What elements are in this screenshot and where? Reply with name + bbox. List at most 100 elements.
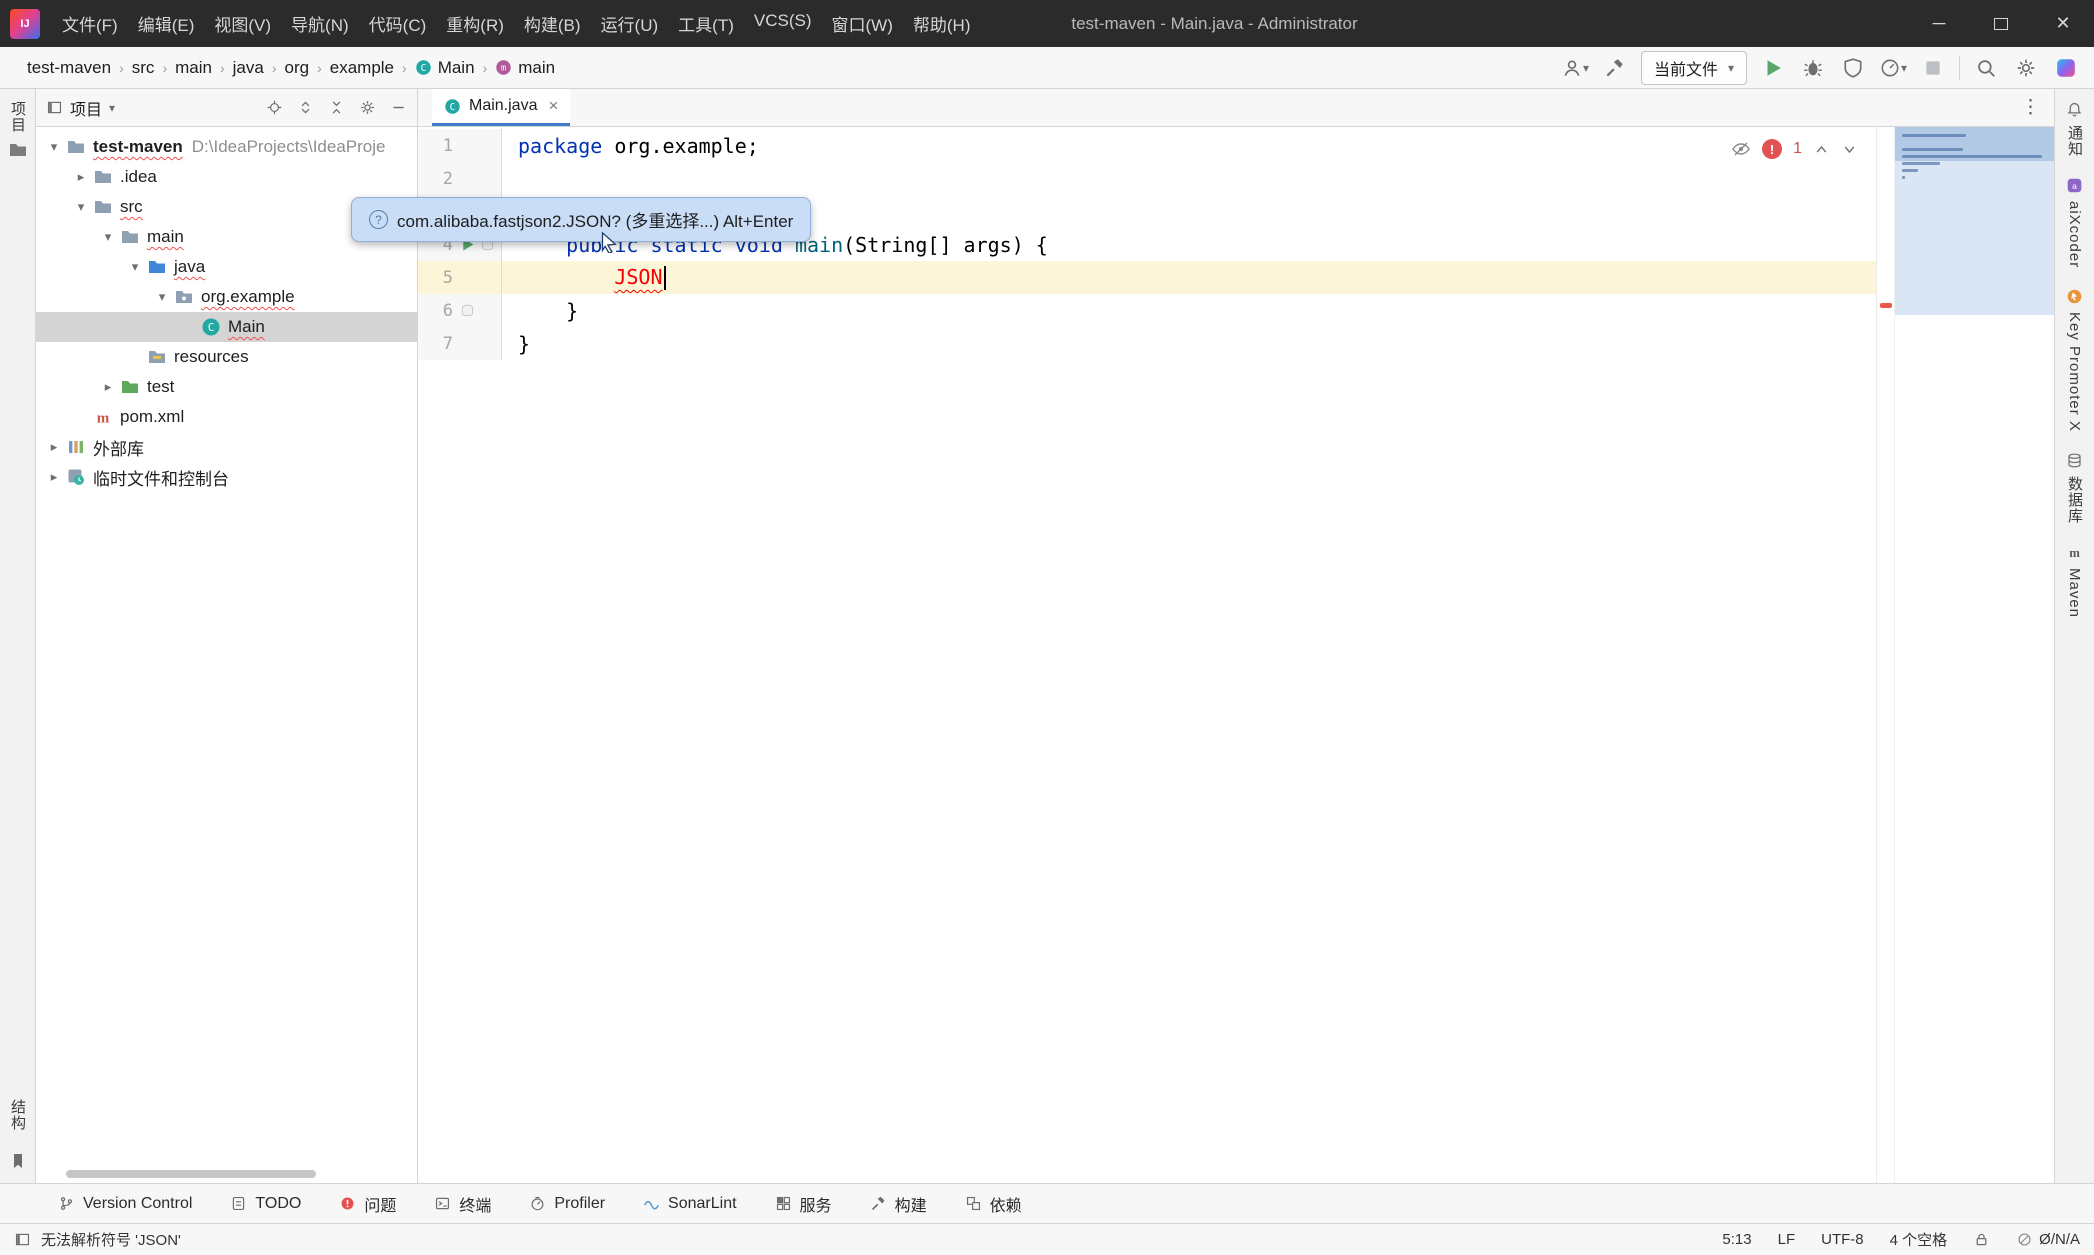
breadcrumb-item[interactable]: main xyxy=(170,55,217,81)
tree-row[interactable]: mpom.xml xyxy=(36,402,417,432)
encoding-widget[interactable]: UTF-8 xyxy=(1821,1231,1864,1248)
toolwindow-bell-button[interactable]: 通知 xyxy=(2064,101,2085,157)
chevron-right-icon[interactable]: ▸ xyxy=(42,439,66,455)
debug-button[interactable] xyxy=(1799,54,1827,82)
toolwindow-structure-button[interactable]: 结构 xyxy=(7,1099,28,1131)
chevron-down-icon[interactable]: ▾ xyxy=(123,259,147,275)
user-account-button[interactable]: ▾ xyxy=(1561,54,1589,82)
menu-item[interactable]: 导航(N) xyxy=(281,6,359,41)
locate-file-button[interactable] xyxy=(266,99,283,116)
minimize-button[interactable]: ─ xyxy=(1908,0,1970,47)
toolwindow-problems-button[interactable]: 问题 xyxy=(339,1192,396,1216)
close-button[interactable]: ✕ xyxy=(2032,0,2094,47)
plugin-toolbar-button[interactable] xyxy=(2052,54,2080,82)
readonly-lock-icon[interactable] xyxy=(1973,1231,1990,1248)
import-hint-popup[interactable]: ? com.alibaba.fastjson2.JSON? (多重选择...) … xyxy=(351,197,811,242)
breadcrumb-item[interactable]: CMain xyxy=(410,55,480,81)
menu-item[interactable]: 文件(F) xyxy=(52,6,128,41)
toolwindow-database-button[interactable]: 数据库 xyxy=(2064,452,2085,524)
stop-button[interactable] xyxy=(1919,54,1947,82)
tree-row[interactable]: ▾test-mavenD:\IdeaProjects\IdeaProje xyxy=(36,132,417,162)
indent-widget[interactable]: 4 个空格 xyxy=(1890,1229,1948,1250)
code-line[interactable]: 7} xyxy=(418,327,1876,360)
menu-item[interactable]: 构建(B) xyxy=(514,6,591,41)
expand-all-button[interactable] xyxy=(297,99,314,116)
run-button[interactable] xyxy=(1759,54,1787,82)
menu-item[interactable]: 编辑(E) xyxy=(128,6,205,41)
chevron-down-icon[interactable]: ▾ xyxy=(96,229,120,245)
close-tab-icon[interactable]: × xyxy=(548,96,558,116)
toolwindow-sonarlint-button[interactable]: SonarLint xyxy=(643,1195,737,1213)
hide-panel-button[interactable] xyxy=(390,99,407,116)
caret-position-widget[interactable]: 5:13 xyxy=(1722,1231,1751,1248)
search-everywhere-button[interactable] xyxy=(1972,54,2000,82)
breadcrumb-item[interactable]: java xyxy=(228,55,269,81)
code-line[interactable]: 1package org.example; xyxy=(418,129,1876,162)
line-separator-widget[interactable]: LF xyxy=(1778,1231,1796,1248)
toolwindow-dependencies-button[interactable]: 依赖 xyxy=(965,1192,1022,1216)
toolwindow-profiler-button[interactable]: Profiler xyxy=(529,1195,605,1213)
toolwindow-build-button[interactable]: 构建 xyxy=(870,1192,927,1216)
toolwindow-project-button[interactable]: 项目 xyxy=(7,101,28,160)
project-view-select[interactable]: 项目 ▾ xyxy=(46,96,115,120)
toolwindow-todo-button[interactable]: TODO xyxy=(230,1195,301,1213)
run-configuration-select[interactable]: 当前文件 ▾ xyxy=(1641,51,1747,85)
menu-item[interactable]: 视图(V) xyxy=(204,6,281,41)
toolwindow-branch-button[interactable]: Version Control xyxy=(58,1195,192,1213)
error-stripe-mark[interactable] xyxy=(1880,303,1892,308)
toolwindow-maven-gray-button[interactable]: mMaven xyxy=(2066,544,2083,618)
tree-row[interactable]: CMain xyxy=(36,312,417,342)
tree-row[interactable]: ▸test xyxy=(36,372,417,402)
toolwindow-switcher-icon[interactable] xyxy=(14,1231,31,1248)
toolwindow-bookmarks-button[interactable] xyxy=(8,1151,28,1171)
toolwindow-keypromoter-button[interactable]: Key Promoter X xyxy=(2066,288,2083,432)
toolwindow-terminal-button[interactable]: 终端 xyxy=(434,1192,491,1216)
chevron-down-icon[interactable]: ▾ xyxy=(69,199,93,215)
menu-item[interactable]: 代码(C) xyxy=(359,6,437,41)
maximize-button[interactable] xyxy=(1970,0,2032,47)
chevron-right-icon[interactable]: ▸ xyxy=(42,469,66,485)
menu-item[interactable]: 重构(R) xyxy=(436,6,514,41)
next-error-button[interactable] xyxy=(1841,141,1858,158)
previous-error-button[interactable] xyxy=(1813,141,1830,158)
chevron-right-icon[interactable]: ▸ xyxy=(96,379,120,395)
highlighting-off-icon[interactable] xyxy=(1731,139,1751,159)
settings-button[interactable] xyxy=(2012,54,2040,82)
analysis-status-widget[interactable]: Ø/N/A xyxy=(2016,1231,2080,1248)
breadcrumb-item[interactable]: mmain xyxy=(490,55,560,81)
chevron-right-icon[interactable]: ▸ xyxy=(69,169,93,185)
profiler-button[interactable]: ▾ xyxy=(1879,54,1907,82)
menu-item[interactable]: VCS(S) xyxy=(744,6,822,41)
tab-main-java[interactable]: C Main.java × xyxy=(432,89,570,126)
toolwindow-services-button[interactable]: 服务 xyxy=(775,1192,832,1216)
chevron-down-icon[interactable]: ▾ xyxy=(42,139,66,155)
menu-item[interactable]: 帮助(H) xyxy=(903,6,981,41)
tree-row[interactable]: ▸外部库 xyxy=(36,432,417,462)
menu-item[interactable]: 窗口(W) xyxy=(822,6,903,41)
panel-settings-button[interactable] xyxy=(359,99,376,116)
tree-row[interactable]: ▸临时文件和控制台 xyxy=(36,462,417,492)
menu-item[interactable]: 运行(U) xyxy=(591,6,669,41)
code-line[interactable]: 2 xyxy=(418,162,1876,195)
tree-row[interactable]: ▸.idea xyxy=(36,162,417,192)
horizontal-scrollbar[interactable] xyxy=(66,1170,316,1178)
code-editor[interactable]: 1package org.example;23public class Main… xyxy=(418,127,1876,1183)
tree-row[interactable]: ▾org.example xyxy=(36,282,417,312)
breadcrumb-item[interactable]: src xyxy=(127,55,160,81)
breadcrumb-item[interactable]: example xyxy=(325,55,399,81)
more-options-icon[interactable]: ⋮ xyxy=(2021,96,2040,119)
code-line[interactable]: 6 } xyxy=(418,294,1876,327)
chevron-down-icon[interactable]: ▾ xyxy=(150,289,174,305)
breadcrumb-item[interactable]: test-maven xyxy=(22,55,116,81)
toolwindow-aixcoder-button[interactable]: aaiXcoder xyxy=(2066,177,2083,268)
menu-item[interactable]: 工具(T) xyxy=(668,6,744,41)
tree-row[interactable]: ▾java xyxy=(36,252,417,282)
collapse-all-button[interactable] xyxy=(328,99,345,116)
code-line[interactable]: 5 JSON xyxy=(418,261,1876,294)
tree-row[interactable]: resources xyxy=(36,342,417,372)
coverage-button[interactable] xyxy=(1839,54,1867,82)
minimap[interactable] xyxy=(1894,127,2054,1183)
breadcrumb-item[interactable]: org xyxy=(280,55,315,81)
error-stripe[interactable] xyxy=(1876,127,1894,1183)
build-project-button[interactable] xyxy=(1601,54,1629,82)
